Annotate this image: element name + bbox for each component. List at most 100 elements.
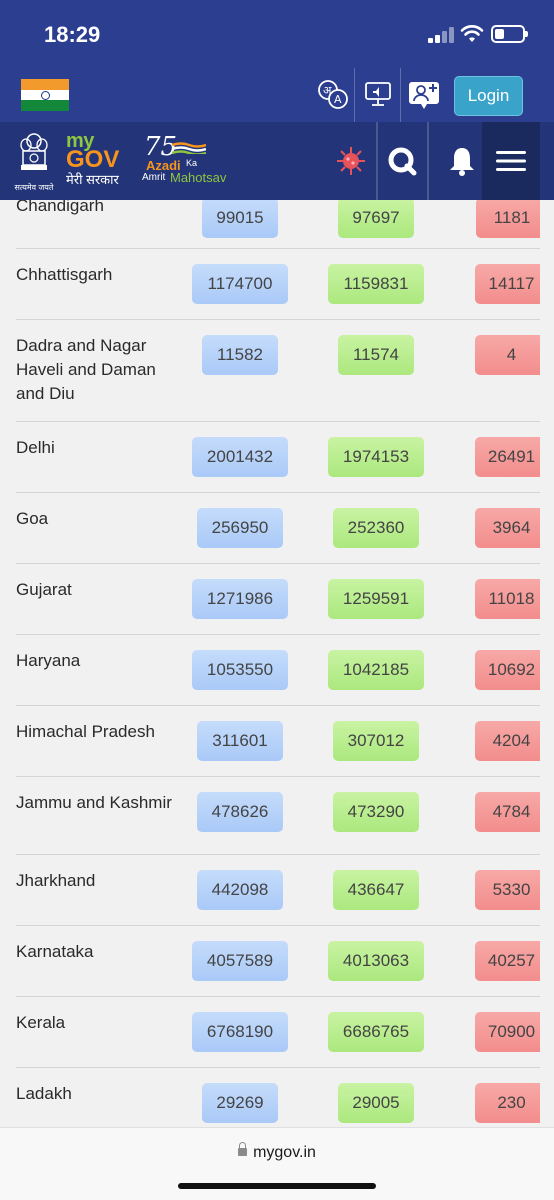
- recovered-cell: 1159831: [328, 264, 424, 304]
- divider: [354, 68, 355, 122]
- state-name: Dadra and Nagar Haveli and Daman and Diu: [16, 336, 156, 403]
- table-row: Chandigarh 99015 97697 1181: [16, 200, 540, 249]
- state-name: Delhi: [16, 438, 55, 457]
- table-row: Jharkhand 442098 436647 5330: [16, 855, 540, 926]
- national-emblem-icon[interactable]: सत्यमेव जयते: [12, 131, 56, 193]
- add-user-icon[interactable]: [404, 72, 444, 116]
- status-time: 18:29: [44, 22, 101, 47]
- table-row: Chhattisgarh 1174700 1159831 14117: [16, 249, 540, 320]
- recovered-cell: 436647: [333, 870, 419, 910]
- virus-icon[interactable]: [326, 122, 376, 200]
- url-display[interactable]: mygov.in: [0, 1142, 554, 1162]
- deaths-cell: 26491: [475, 437, 540, 477]
- translate-icon[interactable]: अ A: [313, 72, 353, 116]
- search-icon[interactable]: [378, 122, 426, 200]
- confirmed-cell: 4057589: [192, 941, 288, 981]
- divider: [427, 122, 429, 200]
- state-name: Karnataka: [16, 942, 94, 961]
- deaths-cell: 70900: [475, 1012, 540, 1052]
- confirmed-cell: 1174700: [192, 264, 288, 304]
- mahotsav-text: Mahotsav: [170, 170, 227, 185]
- deaths-cell: 4204: [475, 721, 540, 761]
- home-indicator[interactable]: [178, 1183, 376, 1189]
- confirmed-cell: 11582: [202, 335, 278, 375]
- table-row: Delhi 2001432 1974153 26491: [16, 422, 540, 493]
- deaths-cell: 4: [475, 335, 540, 375]
- table-row: Kerala 6768190 6686765 70900: [16, 997, 540, 1068]
- mygov-logo-subtitle: मेरी सरकार: [66, 172, 119, 187]
- bell-icon[interactable]: [440, 122, 484, 200]
- lock-icon: [238, 1142, 248, 1156]
- browser-url-bar[interactable]: mygov.in: [0, 1127, 554, 1200]
- confirmed-cell: 6768190: [192, 1012, 288, 1052]
- main-nav: सत्यमेव जयते my GOV मेरी सरकार 75 Azadi …: [0, 122, 554, 200]
- state-data-table[interactable]: Chandigarh 99015 97697 1181 Chhattisgarh…: [16, 200, 540, 1126]
- deaths-cell: 10692: [475, 650, 540, 690]
- recovered-cell: 29005: [338, 1083, 414, 1123]
- azadi-ka-amrit-mahotsav-logo[interactable]: 75 Azadi Ka Amrit Mahotsav: [142, 132, 232, 186]
- table-row: Jammu and Kashmir 478626 473290 4784: [16, 777, 540, 855]
- recovered-cell: 252360: [333, 508, 419, 548]
- flag-wave-icon: [172, 142, 206, 154]
- recovered-cell: 1042185: [328, 650, 424, 690]
- screen-reader-icon[interactable]: [358, 72, 398, 116]
- table-row: Haryana 1053550 1042185 10692: [16, 635, 540, 706]
- confirmed-cell: 99015: [202, 200, 278, 238]
- recovered-cell: 4013063: [328, 941, 424, 981]
- confirmed-cell: 29269: [202, 1083, 278, 1123]
- ka-text: Ka: [186, 158, 198, 168]
- state-name: Kerala: [16, 1013, 66, 1032]
- deaths-cell: 4784: [475, 792, 540, 832]
- india-flag-icon[interactable]: [21, 79, 69, 111]
- mygov-logo[interactable]: my GOV मेरी सरकार: [66, 131, 120, 188]
- state-name: Jharkhand: [16, 871, 96, 890]
- amrit-text: Amrit: [142, 172, 166, 183]
- state-name: Chandigarh: [16, 200, 104, 215]
- recovered-cell: 473290: [333, 792, 419, 832]
- deaths-cell: 3964: [475, 508, 540, 548]
- table-row: Gujarat 1271986 1259591 11018: [16, 564, 540, 635]
- divider: [400, 68, 401, 122]
- deaths-cell: 1181: [476, 200, 540, 238]
- deaths-cell: 14117: [475, 264, 540, 304]
- deaths-cell: 11018: [475, 579, 540, 619]
- hamburger-menu-icon[interactable]: [482, 122, 540, 200]
- confirmed-cell: 1271986: [192, 579, 288, 619]
- battery-icon: [491, 25, 528, 43]
- confirmed-cell: 478626: [197, 792, 283, 832]
- deaths-cell: 40257: [475, 941, 540, 981]
- recovered-cell: 1259591: [328, 579, 424, 619]
- state-name: Haryana: [16, 651, 81, 670]
- mygov-logo-gov: GOV: [66, 146, 120, 173]
- state-name: Jammu and Kashmir: [16, 793, 172, 812]
- cellular-signal-icon: [428, 27, 456, 43]
- svg-text:A: A: [334, 93, 342, 106]
- table-row: Dadra and Nagar Haveli and Daman and Diu…: [16, 320, 540, 422]
- confirmed-cell: 2001432: [192, 437, 288, 477]
- confirmed-cell: 1053550: [192, 650, 288, 690]
- url-text: mygov.in: [253, 1144, 316, 1161]
- login-button[interactable]: Login: [454, 76, 523, 116]
- emblem-caption: सत्यमेव जयते: [14, 183, 54, 192]
- confirmed-cell: 442098: [197, 870, 283, 910]
- state-name: Goa: [16, 509, 49, 528]
- confirmed-cell: 311601: [197, 721, 283, 761]
- table-row: Ladakh 29269 29005 230: [16, 1068, 540, 1126]
- table-row: Himachal Pradesh 311601 307012 4204: [16, 706, 540, 777]
- wifi-icon: [460, 25, 484, 42]
- recovered-cell: 6686765: [328, 1012, 424, 1052]
- confirmed-cell: 256950: [197, 508, 283, 548]
- table-row: Karnataka 4057589 4013063 40257: [16, 926, 540, 997]
- state-name: Himachal Pradesh: [16, 722, 155, 741]
- recovered-cell: 11574: [338, 335, 414, 375]
- top-header: 18:29 अ A Login: [0, 0, 554, 122]
- recovered-cell: 1974153: [328, 437, 424, 477]
- state-name: Ladakh: [16, 1084, 72, 1103]
- state-name: Gujarat: [16, 580, 72, 599]
- deaths-cell: 230: [475, 1083, 540, 1123]
- state-name: Chhattisgarh: [16, 265, 113, 284]
- recovered-cell: 307012: [333, 721, 419, 761]
- recovered-cell: 97697: [338, 200, 414, 238]
- deaths-cell: 5330: [475, 870, 540, 910]
- table-row: Goa 256950 252360 3964: [16, 493, 540, 564]
